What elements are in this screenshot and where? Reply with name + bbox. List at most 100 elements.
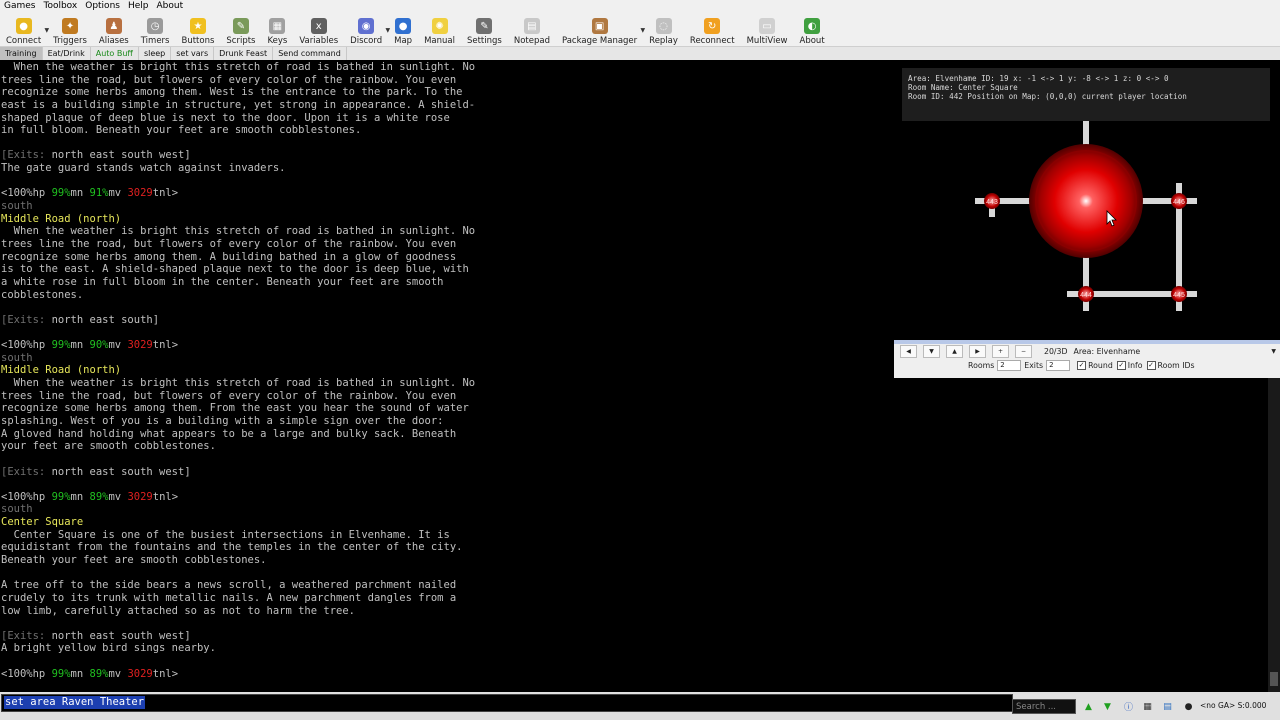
toolbar-button-discord[interactable]: ◉ Discord ▼ bbox=[344, 12, 390, 46]
console-line: your feet are smooth cobblestones. bbox=[1, 440, 896, 453]
arrow-down-icon[interactable]: ▼ bbox=[1101, 700, 1114, 713]
scrollbar-thumb[interactable] bbox=[1270, 672, 1278, 686]
console-text: trees line the road, but flowers of ever… bbox=[1, 73, 457, 86]
custom-button-sleep[interactable]: sleep bbox=[139, 47, 172, 60]
search-input[interactable]: Search ... bbox=[1012, 699, 1076, 714]
menu-games[interactable]: Games bbox=[0, 0, 39, 12]
command-input-text[interactable]: set area Raven Theater bbox=[4, 696, 146, 709]
toolbar-button-multiview[interactable]: ▭ MultiView bbox=[741, 12, 794, 46]
console-text: in full bloom. Beneath your feet are smo… bbox=[1, 124, 362, 137]
chevron-down-icon[interactable]: ▼ bbox=[1271, 348, 1276, 355]
console-text: east is a building simple in structure, … bbox=[1, 98, 476, 111]
toolbar-label: Connect bbox=[6, 36, 42, 46]
console-text: recognize some herbs among them. A build… bbox=[1, 250, 457, 263]
map-up-button[interactable]: ▲ bbox=[946, 345, 963, 358]
menu-help[interactable]: Help bbox=[124, 0, 153, 12]
toolbar-button-replay[interactable]: ◌ Replay bbox=[643, 12, 684, 46]
record-icon[interactable]: ● bbox=[1182, 700, 1195, 713]
toolbar-button-reconnect[interactable]: ↻ Reconnect bbox=[684, 12, 741, 46]
timestamp-icon[interactable]: ▤ bbox=[1161, 700, 1174, 713]
console-text: tnl> bbox=[152, 490, 179, 503]
keyboard-icon[interactable]: ▦ bbox=[1141, 700, 1154, 713]
map-down-button[interactable]: ▼ bbox=[923, 345, 940, 358]
menu-toolbox[interactable]: Toolbox bbox=[39, 0, 81, 12]
room-node-west[interactable]: 443 bbox=[984, 193, 1000, 209]
room-id-west: 443 bbox=[986, 199, 998, 206]
map-zoom-out-button[interactable]: − bbox=[1015, 345, 1032, 358]
map-left-button[interactable]: ◀ bbox=[900, 345, 917, 358]
toolbar-button-manual[interactable]: ✺ Manual bbox=[418, 12, 461, 46]
toolbar-button-about[interactable]: ◐ About bbox=[794, 12, 831, 46]
console-line: Beneath your feet are smooth cobblestone… bbox=[1, 554, 896, 567]
custom-button-send-command[interactable]: Send command bbox=[273, 47, 347, 60]
toolbar-button-triggers[interactable]: ✦ Triggers bbox=[47, 12, 93, 46]
console-text: your feet are smooth cobblestones. bbox=[1, 440, 216, 453]
toolbar-button-buttons[interactable]: ★ Buttons bbox=[175, 12, 220, 46]
room-ids-label: Room IDs bbox=[1157, 361, 1195, 370]
console-line: trees line the road, but flowers of ever… bbox=[1, 238, 896, 251]
custom-button-training[interactable]: Training bbox=[0, 47, 43, 60]
console-line: Middle Road (north) bbox=[1, 364, 896, 377]
timers-icon: ◷ bbox=[147, 18, 164, 34]
toolbar-button-keys[interactable]: ▦ Keys bbox=[261, 12, 293, 46]
current-room-highlight bbox=[1029, 144, 1143, 258]
console-text: recognize some herbs among them. From th… bbox=[1, 402, 469, 415]
info-checkbox[interactable]: ✓ bbox=[1116, 361, 1126, 370]
arrow-up-icon[interactable]: ▲ bbox=[1082, 700, 1095, 713]
room-node-east[interactable]: 446 bbox=[1171, 193, 1187, 209]
console-text: splashing. West of you is a building wit… bbox=[1, 414, 444, 427]
package-manager-icon: ▣ bbox=[591, 18, 608, 34]
toolbar-button-timers[interactable]: ◷ Timers bbox=[135, 12, 176, 46]
command-input[interactable]: set area Raven Theater bbox=[1, 694, 1013, 712]
toolbar-button-variables[interactable]: x Variables bbox=[293, 12, 344, 46]
console-scrollbar[interactable] bbox=[1268, 378, 1280, 692]
toolbar-button-scripts[interactable]: ✎ Scripts bbox=[220, 12, 261, 46]
map-zoom-in-button[interactable]: + bbox=[992, 345, 1009, 358]
main-console[interactable]: When the weather is bright this stretch … bbox=[0, 61, 896, 692]
console-text: A gloved hand holding what appears to be… bbox=[1, 427, 457, 440]
console-text: 3029 bbox=[127, 187, 153, 200]
map-right-button[interactable]: ▶ bbox=[969, 345, 986, 358]
toolbar-button-map[interactable]: ● Map bbox=[388, 12, 418, 46]
custom-button-eat-drink[interactable]: Eat/Drink bbox=[43, 47, 91, 60]
room-node-south[interactable]: 444 bbox=[1078, 286, 1094, 302]
toolbar-button-settings[interactable]: ✎ Settings bbox=[461, 12, 508, 46]
room-ids-checkbox[interactable]: ✓ bbox=[1146, 361, 1156, 370]
console-text: 99% bbox=[51, 667, 71, 680]
toolbar-button-notepad[interactable]: ▤ Notepad bbox=[508, 12, 556, 46]
console-line: recognize some herbs among them. From th… bbox=[1, 402, 896, 415]
toolbar-button-connect[interactable]: ● Connect ▼ bbox=[0, 12, 49, 46]
toolbar-label: Aliases bbox=[98, 36, 129, 46]
toolbar-button-aliases[interactable]: ♟ Aliases bbox=[93, 12, 135, 46]
info-icon[interactable]: ⓘ bbox=[1122, 700, 1135, 713]
rooms-spinner[interactable]: 2 bbox=[997, 360, 1022, 371]
room-node-southeast[interactable]: 445 bbox=[1171, 286, 1187, 302]
console-line: When the weather is bright this stretch … bbox=[1, 61, 896, 74]
room-id-south: 444 bbox=[1080, 292, 1092, 299]
custom-button-auto-buff[interactable]: Auto Buff bbox=[91, 47, 139, 60]
toolbar-label: Timers bbox=[140, 36, 170, 46]
console-line: <100%hp 99%mn 89%mv 3029tnl> bbox=[1, 668, 896, 681]
console-text: [Exits: bbox=[1, 313, 52, 326]
toolbar-button-package-manager[interactable]: ▣ Package Manager ▼ bbox=[556, 12, 645, 46]
console-line: <100%hp 99%mn 91%mv 3029tnl> bbox=[1, 187, 896, 200]
console-text: mv bbox=[108, 667, 128, 680]
exits-spinner[interactable]: 2 bbox=[1046, 360, 1071, 371]
console-line: east is a building simple in structure, … bbox=[1, 99, 896, 112]
console-line: shaped plaque of deep blue is next to th… bbox=[1, 112, 896, 125]
console-line: [Exits: north east south] bbox=[1, 314, 896, 327]
toolbar-label: MultiView bbox=[746, 36, 788, 46]
reconnect-icon: ↻ bbox=[704, 18, 721, 34]
menu-bar: Games Toolbox Options Help About bbox=[0, 0, 1280, 12]
custom-button-drunk-feast[interactable]: Drunk Feast bbox=[214, 47, 274, 60]
console-text: mv bbox=[108, 490, 128, 503]
round-checkbox[interactable]: ✓ bbox=[1077, 361, 1087, 370]
map-zoom-level[interactable]: 20/3D bbox=[1044, 347, 1068, 356]
console-text: <100%hp bbox=[1, 667, 52, 680]
menu-options[interactable]: Options bbox=[81, 0, 124, 12]
map-area-select[interactable]: Area: Elvenhame bbox=[1074, 347, 1141, 356]
menu-about[interactable]: About bbox=[153, 0, 188, 12]
custom-button-set-vars[interactable]: set vars bbox=[171, 47, 215, 60]
